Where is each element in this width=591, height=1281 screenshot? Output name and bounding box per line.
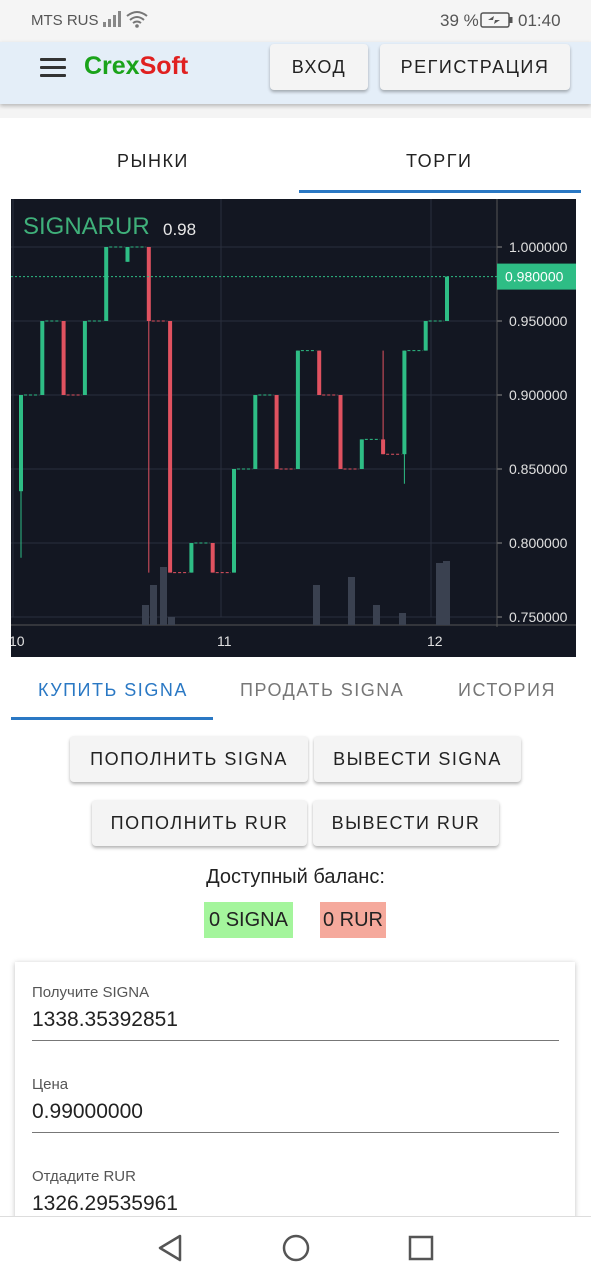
receive-label: Получите SIGNA xyxy=(32,984,150,1001)
price-label: 0.750000 xyxy=(509,609,568,625)
receive-input[interactable]: 1338.35392851 xyxy=(32,1008,559,1040)
candle-body xyxy=(338,395,343,469)
tab-sell[interactable]: ПРОДАТЬ SIGNA xyxy=(240,680,404,701)
give-label: Отдадите RUR xyxy=(32,1168,136,1185)
balance-signa-badge: 0 SIGNA xyxy=(204,902,293,938)
candle-body xyxy=(189,543,194,573)
candle-body xyxy=(61,321,66,395)
logo-soft: Soft xyxy=(139,52,189,80)
trade-tabs: КУПИТЬ SIGNA ПРОДАТЬ SIGNA ИСТОРИЯ xyxy=(0,666,591,722)
price-chart[interactable]: 1.000000 0.950000 0.900000 0.850000 0.800000… xyxy=(11,199,576,657)
time-label: 11 xyxy=(217,633,232,649)
volume-bar xyxy=(313,585,320,625)
price-label: 0.900000 xyxy=(509,387,568,403)
volume-bar xyxy=(150,585,157,625)
candle-body xyxy=(40,321,45,395)
balance-rur-badge: 0 RUR xyxy=(320,902,386,938)
price-label: 1.000000 xyxy=(509,239,568,255)
candle-body xyxy=(274,395,279,469)
candle-body xyxy=(402,350,407,455)
candle-body xyxy=(445,276,449,321)
hamburger-menu-icon[interactable] xyxy=(40,58,66,80)
order-form: Получите SIGNA 1338.35392851 Цена 0.9900… xyxy=(15,962,575,1224)
logo[interactable]: CrexSoft xyxy=(84,52,188,81)
volume-bar xyxy=(373,605,380,625)
candle-body xyxy=(146,247,151,321)
candle-body xyxy=(359,439,364,469)
volume-bar xyxy=(443,561,450,625)
wifi-icon xyxy=(126,10,148,33)
volume-bar xyxy=(142,605,149,625)
volume-bar xyxy=(399,613,406,625)
carrier-name: MTS RUS xyxy=(31,12,99,29)
logo-crex: Crex xyxy=(84,52,140,80)
candle-body xyxy=(168,321,173,573)
candle-body xyxy=(381,439,386,455)
candle-body xyxy=(423,321,428,351)
home-icon[interactable] xyxy=(281,1233,311,1268)
balance-label: Доступный баланс: xyxy=(206,866,385,888)
candle-body xyxy=(317,350,322,395)
candle-body xyxy=(232,469,236,573)
candle-body xyxy=(295,350,300,469)
volume-bar xyxy=(436,563,443,625)
price-field[interactable]: Цена 0.99000000 xyxy=(32,1076,559,1133)
candle-body xyxy=(210,543,215,573)
battery-icon xyxy=(480,12,514,33)
active-tab-indicator xyxy=(299,190,581,193)
price-label: 0.850000 xyxy=(509,461,568,477)
main-card: РЫНКИ ТОРГИ 1.000000 0.950000 0.900000 0.85… xyxy=(0,118,591,1224)
candle-body xyxy=(104,247,109,321)
current-price-label: 0.980000 xyxy=(505,269,564,285)
withdraw-rur-button[interactable]: ВЫВЕСТИ RUR xyxy=(313,800,499,846)
signal-icon xyxy=(102,10,122,33)
chart-last-price: 0.98 xyxy=(163,220,197,239)
time-label: 10 xyxy=(11,633,25,649)
receive-field[interactable]: Получите SIGNA 1338.35392851 xyxy=(32,984,559,1041)
register-button[interactable]: РЕГИСТРАЦИЯ xyxy=(380,44,570,90)
tab-markets[interactable]: РЫНКИ xyxy=(117,151,189,172)
tab-buy[interactable]: КУПИТЬ SIGNA xyxy=(38,680,188,701)
time-label: 12 xyxy=(427,633,443,649)
chart-canvas: 1.000000 0.950000 0.900000 0.850000 0.800000… xyxy=(11,199,576,649)
clock: 01:40 xyxy=(518,11,561,30)
price-label: 0.950000 xyxy=(509,313,568,329)
price-input[interactable]: 0.99000000 xyxy=(32,1100,559,1132)
price-label: 0.800000 xyxy=(509,535,568,551)
volume-bar xyxy=(160,567,167,625)
deposit-signa-button[interactable]: ПОПОЛНИТЬ SIGNA xyxy=(70,736,308,782)
candle-body xyxy=(19,395,23,492)
candle-body xyxy=(125,247,130,262)
tab-history[interactable]: ИСТОРИЯ xyxy=(458,680,556,701)
battery-percent: 39 % xyxy=(440,11,479,30)
active-trade-tab-indicator xyxy=(11,717,213,720)
recents-icon[interactable] xyxy=(407,1233,435,1268)
app-header: CrexSoft ВХОД РЕГИСТРАЦИЯ xyxy=(0,42,591,104)
candle-body xyxy=(253,395,258,469)
tab-trades[interactable]: ТОРГИ xyxy=(406,151,472,172)
top-tabs: РЫНКИ ТОРГИ xyxy=(0,118,591,196)
chart-symbol: SIGNARUR xyxy=(23,213,150,240)
status-bar: MTS RUS 39 % 01:40 xyxy=(0,0,591,42)
deposit-rur-button[interactable]: ПОПОЛНИТЬ RUR xyxy=(92,800,307,846)
withdraw-signa-button[interactable]: ВЫВЕСТИ SIGNA xyxy=(314,736,521,782)
system-nav-bar xyxy=(0,1216,591,1281)
candle-body xyxy=(82,321,87,395)
volume-bar xyxy=(348,577,355,625)
volume-bar xyxy=(168,617,175,625)
login-button[interactable]: ВХОД xyxy=(270,44,368,90)
price-label: Цена xyxy=(32,1076,69,1093)
back-icon[interactable] xyxy=(156,1233,184,1268)
